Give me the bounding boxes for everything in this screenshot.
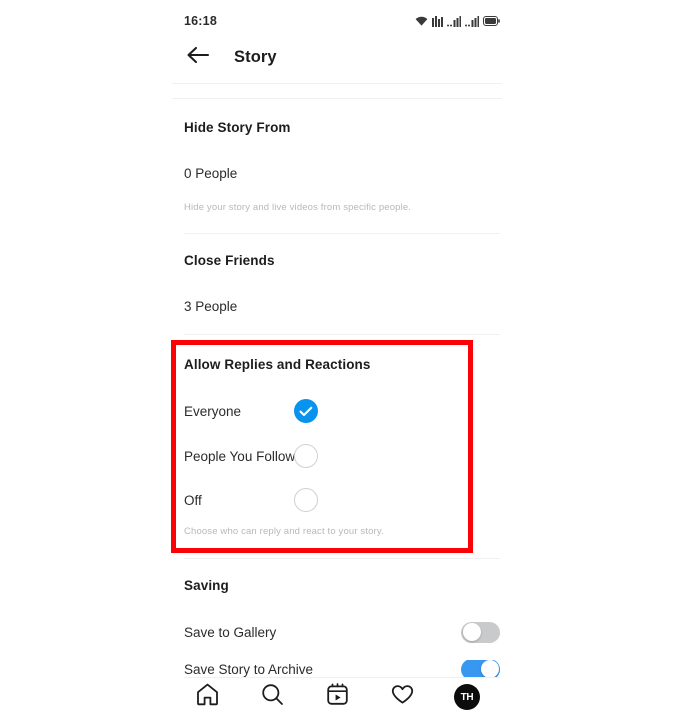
phone-screen: 16:18 Story Hide Story From 0 People Hid…: [0, 0, 675, 716]
nav-item-search[interactable]: [255, 680, 289, 714]
back-button[interactable]: [184, 43, 212, 71]
page-title: Story: [234, 47, 277, 66]
home-icon: [195, 682, 220, 712]
bottom-navigation-bar: TH: [172, 678, 502, 716]
nav-item-profile[interactable]: TH: [450, 680, 484, 714]
divider-close-friends: [184, 233, 500, 234]
toggle-row-save-to-gallery[interactable]: Save to Gallery: [184, 617, 500, 647]
back-arrow-icon: [186, 45, 210, 70]
nav-item-reels[interactable]: [320, 680, 354, 714]
status-icons: [415, 15, 500, 27]
radio-option-people-you-follow[interactable]: People You Follow: [184, 442, 474, 470]
toggle-knob: [480, 660, 499, 678]
battery-icon: [483, 16, 500, 26]
section-title-allow-replies: Allow Replies and Reactions: [184, 357, 371, 372]
close-friends-value[interactable]: 3 People: [184, 299, 237, 314]
divider-saving: [184, 558, 500, 559]
toggle-label: Save Story to Archive: [184, 661, 314, 677]
wifi-icon: [415, 16, 428, 27]
nav-item-home[interactable]: [190, 680, 224, 714]
signal-icon: [432, 15, 443, 27]
reels-icon: [325, 682, 350, 712]
section-title-hide-story: Hide Story From: [184, 120, 291, 135]
radio-label: Off: [184, 492, 202, 508]
radio-circle-icon: [294, 444, 318, 468]
allow-replies-helper: Choose who can reply and react to your s…: [184, 526, 384, 537]
heart-icon: [390, 682, 415, 712]
section-title-close-friends: Close Friends: [184, 253, 275, 268]
header-divider-top: [172, 83, 502, 84]
signal-bars-icon: [465, 15, 479, 27]
profile-avatar: TH: [454, 684, 480, 710]
hide-story-helper: Hide your story and live videos from spe…: [184, 202, 412, 213]
radio-label: Everyone: [184, 403, 242, 419]
nav-item-activity[interactable]: [385, 680, 419, 714]
status-time: 16:18: [184, 14, 217, 28]
header-divider-bottom: [172, 98, 502, 99]
save-to-gallery-toggle[interactable]: [461, 621, 500, 643]
status-bar: 16:18: [184, 10, 500, 32]
hide-story-value[interactable]: 0 People: [184, 166, 237, 181]
toggle-label: Save to Gallery: [184, 624, 277, 640]
radio-circle-icon: [294, 488, 318, 512]
radio-option-everyone[interactable]: Everyone: [184, 397, 474, 425]
toggle-knob: [462, 623, 481, 641]
section-title-saving: Saving: [184, 578, 229, 593]
app-header: Story: [184, 40, 500, 74]
search-icon: [260, 682, 285, 712]
radio-check-icon: [294, 399, 318, 423]
divider-allow-replies: [184, 334, 500, 335]
radio-label: People You Follow: [184, 448, 296, 464]
radio-option-off[interactable]: Off: [184, 486, 474, 514]
signal-bars-icon: [447, 15, 461, 27]
